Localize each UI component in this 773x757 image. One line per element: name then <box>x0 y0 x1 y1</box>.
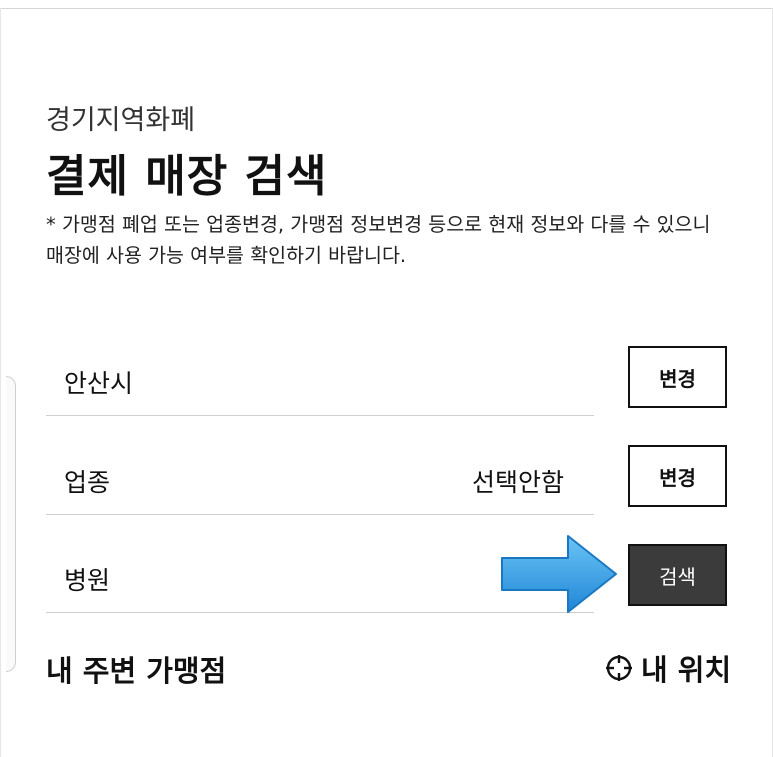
window-left-border <box>0 8 1 757</box>
business-type-value: 선택안함 <box>471 468 564 497</box>
search-button[interactable]: 검색 <box>628 544 727 606</box>
page-title: 결제 매장 검색 <box>46 151 328 202</box>
keyword-value: 병원 <box>64 566 111 595</box>
region-row: 안산시 <box>46 346 594 416</box>
notice-text: * 가맹점 폐업 또는 업종변경, 가맹점 정보변경 등으로 현재 정보와 다를… <box>46 213 711 267</box>
page-subtitle: 경기지역화폐 <box>46 105 196 136</box>
side-edge-handle <box>6 376 16 672</box>
nearby-stores-title: 내 주변 가맹점 <box>46 654 227 688</box>
window-top-border <box>0 8 773 9</box>
business-type-row[interactable]: 업종 선택안함 <box>46 445 594 515</box>
my-location-button[interactable]: 내 위치 <box>605 648 731 688</box>
change-region-button[interactable]: 변경 <box>628 346 727 408</box>
my-location-label: 내 위치 <box>641 653 732 687</box>
region-label: 안산시 <box>64 369 134 398</box>
business-type-label: 업종 <box>64 468 111 497</box>
arrow-right-icon <box>501 535 617 613</box>
change-business-type-button[interactable]: 변경 <box>628 445 727 507</box>
crosshair-icon <box>606 655 632 681</box>
